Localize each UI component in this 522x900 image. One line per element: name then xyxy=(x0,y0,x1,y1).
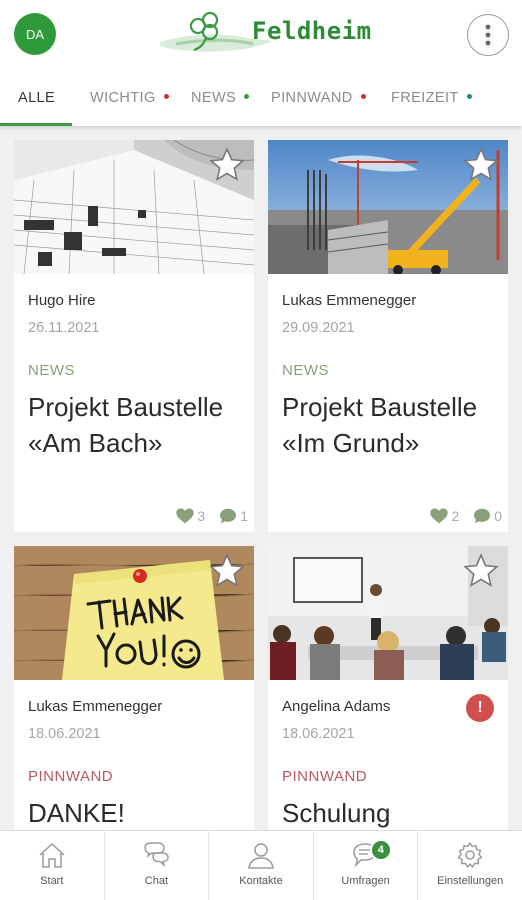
post-category: PINNWAND xyxy=(282,768,368,785)
post-author: Lukas Emmenegger xyxy=(28,698,163,715)
comment-icon[interactable] xyxy=(473,508,491,524)
category-tabs: ALLE WICHTIG NEWS PINNWAND FREIZEIT xyxy=(0,70,522,126)
nav-chat[interactable]: Chat xyxy=(103,831,209,900)
chat-icon xyxy=(144,842,170,868)
unread-dot xyxy=(163,93,169,99)
tab-label: FREIZEIT xyxy=(391,90,459,106)
more-vertical-icon xyxy=(485,24,491,46)
bottom-navigation: Start Chat Kontakte 4 Umfragen Einstellu… xyxy=(0,830,522,900)
post-date: 18.06.2021 xyxy=(28,726,101,742)
tab-freizeit[interactable]: FREIZEIT xyxy=(391,70,472,126)
tab-label: PINNWAND xyxy=(271,90,353,106)
post-date: 18.06.2021 xyxy=(282,726,355,742)
logo-text: Feldheim xyxy=(252,17,372,45)
heart-icon[interactable] xyxy=(430,508,449,524)
post-card[interactable]: Lukas Emmenegger 18.06.2021 PINNWAND DAN… xyxy=(14,546,254,846)
post-stats: 2 0 xyxy=(424,508,502,524)
important-alert-icon: ! xyxy=(466,694,494,722)
tab-label: WICHTIG xyxy=(90,90,156,106)
tab-news[interactable]: NEWS xyxy=(191,70,250,126)
nav-kontakte[interactable]: Kontakte xyxy=(208,831,313,900)
post-author: Hugo Hire xyxy=(28,292,96,309)
post-date: 26.11.2021 xyxy=(28,320,100,336)
unread-dot xyxy=(244,93,250,99)
nav-einstellungen[interactable]: Einstellungen xyxy=(417,831,522,900)
heart-icon[interactable] xyxy=(176,508,195,524)
post-stats: 3 1 xyxy=(170,508,248,524)
active-tab-indicator xyxy=(0,123,72,126)
post-author: Lukas Emmenegger xyxy=(282,292,417,309)
nav-start[interactable]: Start xyxy=(0,831,104,900)
post-title: Schulung xyxy=(282,798,391,828)
comment-icon[interactable] xyxy=(219,508,237,524)
nav-label: Einstellungen xyxy=(437,875,504,887)
nav-label: Start xyxy=(40,875,64,887)
unread-dot xyxy=(466,93,472,99)
post-card[interactable]: Angelina Adams ! 18.06.2021 PINNWAND Sch… xyxy=(268,546,508,846)
post-title: DANKE! xyxy=(28,798,125,828)
app-header: DA Feldheim xyxy=(0,0,522,70)
star-favorite-icon[interactable] xyxy=(462,552,500,590)
unread-dot xyxy=(360,93,366,99)
comment-count: 0 xyxy=(494,508,502,524)
post-title: Projekt Baustelle «Am Bach» xyxy=(28,392,224,458)
post-category: NEWS xyxy=(282,362,329,379)
post-title: Projekt Baustelle «Im Grund» xyxy=(282,392,478,458)
post-category: NEWS xyxy=(28,362,75,379)
tab-pinnwand[interactable]: PINNWAND xyxy=(271,70,366,126)
tab-alle[interactable]: ALLE xyxy=(18,70,55,126)
post-date: 29.09.2021 xyxy=(282,320,355,336)
nav-label: Kontakte xyxy=(239,875,283,887)
post-card[interactable]: Lukas Emmenegger 29.09.2021 NEWS Projekt… xyxy=(268,140,508,532)
star-favorite-icon[interactable] xyxy=(208,146,246,184)
tab-wichtig[interactable]: WICHTIG xyxy=(90,70,169,126)
like-count: 3 xyxy=(197,508,206,524)
tab-label: ALLE xyxy=(18,90,56,106)
post-author: Angelina Adams xyxy=(282,698,391,715)
post-card[interactable]: Hugo Hire 26.11.2021 NEWS Projekt Bauste… xyxy=(14,140,254,532)
nav-label: Chat xyxy=(144,875,169,887)
tab-label: NEWS xyxy=(191,90,237,106)
user-avatar[interactable]: DA xyxy=(14,13,56,55)
gear-icon xyxy=(457,842,483,868)
nav-umfragen[interactable]: 4 Umfragen xyxy=(312,831,418,900)
post-category: PINNWAND xyxy=(28,768,114,785)
comment-count: 1 xyxy=(240,508,248,524)
person-icon xyxy=(248,843,274,869)
more-options-button[interactable] xyxy=(467,14,509,56)
star-favorite-icon[interactable] xyxy=(462,146,500,184)
home-icon xyxy=(39,843,65,868)
nav-label: Umfragen xyxy=(341,875,390,887)
notification-badge: 4 xyxy=(369,839,392,861)
like-count: 2 xyxy=(451,508,460,524)
star-favorite-icon[interactable] xyxy=(208,552,246,590)
